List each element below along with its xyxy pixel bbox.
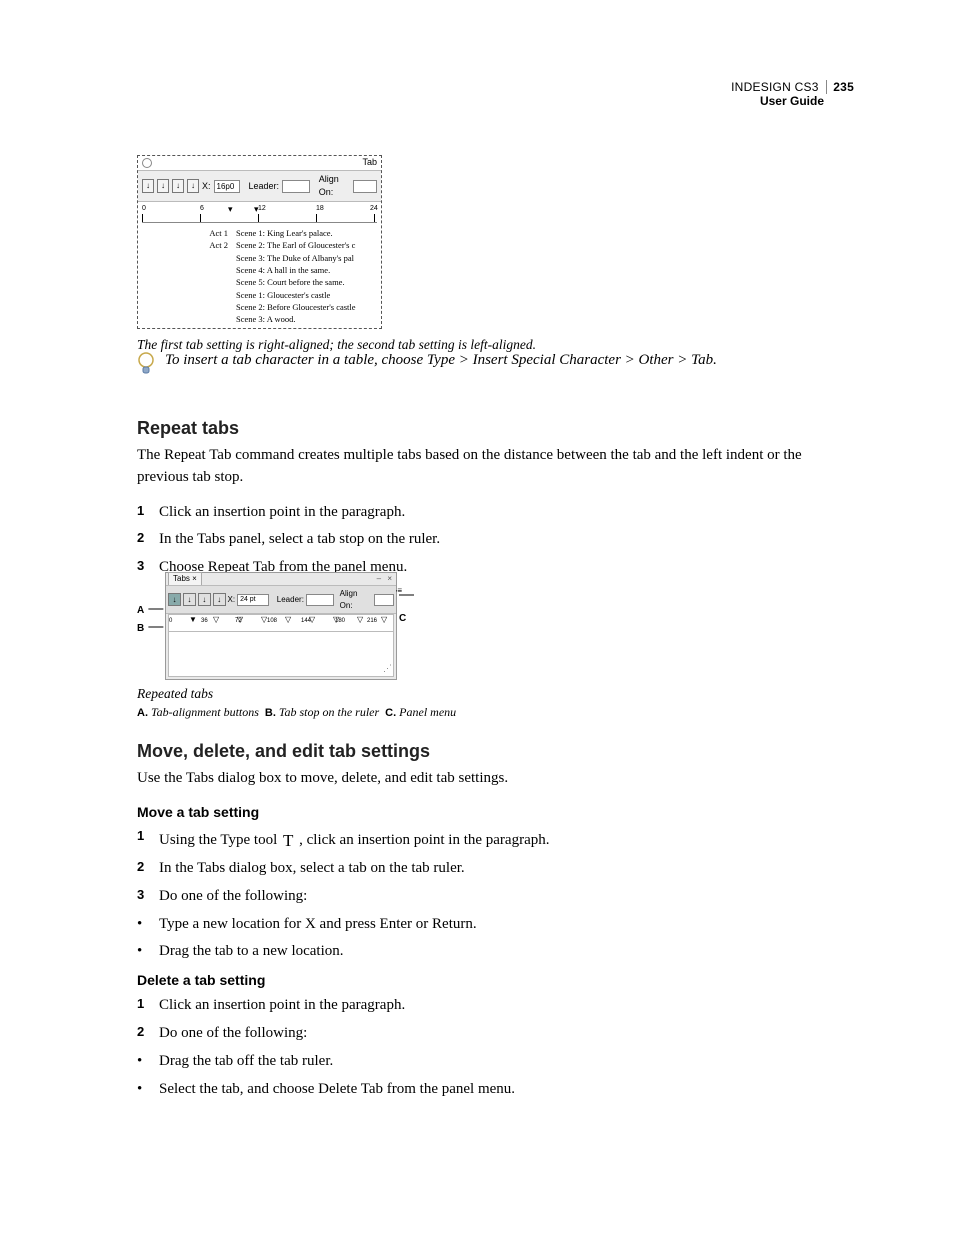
bullet: Drag the tab to a new location. (159, 941, 344, 963)
bullet: Select the tab, and choose Delete Tab fr… (159, 1079, 515, 1101)
window-buttons: – × (377, 573, 394, 585)
section-move-tab: Move a tab setting 1 Using the Type tool… (137, 802, 833, 966)
alignon-field (353, 180, 377, 193)
step: Click an insertion point in the paragrap… (159, 502, 405, 524)
bullet: Drag the tab off the tab ruler. (159, 1051, 333, 1073)
doc-title: User Guide (731, 94, 854, 108)
tab-align-right-icon: ↓ (198, 593, 211, 606)
window-close-dot (142, 158, 152, 168)
page-header: INDESIGN CS3 235 User Guide (731, 80, 854, 109)
fig2-legend: A. Tab-alignment buttons B. Tab stop on … (137, 704, 833, 722)
heading-repeat-tabs: Repeat tabs (137, 415, 833, 441)
alignon-label: Align On: (340, 588, 373, 611)
step: Using the Type tool T , click an inserti… (159, 827, 549, 852)
tab-align-right-icon: ↓ (172, 179, 184, 193)
step: In the Tabs panel, select a tab stop on … (159, 529, 440, 551)
fig2-caption: Repeated tabs (137, 684, 833, 704)
leader-field (306, 594, 334, 606)
tab-align-decimal-icon: ↓ (213, 593, 226, 606)
alignon-field (374, 594, 394, 606)
fig1-right-column: Scene 1: King Lear's palace. Scene 2: Th… (236, 227, 377, 326)
tab-align-left-icon: ↓ (142, 179, 154, 193)
fig1-left-column: Act 1 Act 2 (142, 227, 228, 326)
tabs-panel-fig2: Tabs × – × ▸≡ ↓ ↓ ↓ ↓ X: 24 pt Leader: A… (165, 572, 397, 680)
section-move-delete-edit: Move, delete, and edit tab settings Use … (137, 738, 833, 800)
tab-align-center-icon: ↓ (183, 593, 196, 606)
tab-align-decimal-icon: ↓ (187, 179, 199, 193)
product-name: INDESIGN CS3 (731, 80, 819, 94)
figure-1: Tab ↓ ↓ ↓ ↓ X: 16p0 Leader: Align On: ▾ … (137, 155, 833, 354)
tab-align-center-icon: ↓ (157, 179, 169, 193)
page-number: 235 (826, 80, 854, 94)
tab-ruler: ▼ ▽ ▽ ▽ ▽ ▽ ▽ ▽ ▽ 0 36 72 108 144 180 21… (168, 614, 394, 632)
tab-ruler: ▾ ▾ 0 6 12 18 24 (142, 204, 377, 223)
tab-align-left-icon: ↓ (168, 593, 181, 606)
section-delete-tab: Delete a tab setting 1Click an insertion… (137, 970, 833, 1103)
figure-2: A — B — — C Tabs × – × ▸≡ ↓ ↓ ↓ ↓ X: 24 … (137, 572, 833, 722)
body-repeat-tabs: The Repeat Tab command creates multiple … (137, 445, 833, 489)
step: In the Tabs dialog box, select a tab on … (159, 858, 465, 880)
heading-move-tab: Move a tab setting (137, 802, 833, 822)
leader-label: Leader: (249, 180, 280, 193)
alignon-label: Align On: (319, 173, 350, 199)
type-tool-icon: T (281, 829, 295, 854)
body-move-delete-edit: Use the Tabs dialog box to move, delete,… (137, 768, 833, 790)
x-label: X: (228, 594, 236, 606)
x-value-field: 16p0 (214, 180, 240, 193)
heading-move-delete-edit: Move, delete, and edit tab settings (137, 738, 833, 764)
tabs-panel-fig1: Tab ↓ ↓ ↓ ↓ X: 16p0 Leader: Align On: ▾ … (137, 155, 382, 329)
x-value-field: 24 pt (237, 594, 269, 606)
step: Do one of the following: (159, 1023, 307, 1045)
panel-label: Tab (362, 156, 377, 169)
section-repeat-tabs: Repeat tabs The Repeat Tab command creat… (137, 415, 833, 582)
heading-delete-tab: Delete a tab setting (137, 970, 833, 990)
tip-text: To insert a tab character in a table, ch… (165, 350, 717, 372)
step: Do one of the following: (159, 886, 307, 908)
x-label: X: (202, 180, 211, 193)
lightbulb-icon (137, 352, 155, 378)
step: Click an insertion point in the paragrap… (159, 995, 405, 1017)
leader-field (282, 180, 310, 193)
bullet: Type a new location for X and press Ente… (159, 914, 477, 936)
tip-block: To insert a tab character in a table, ch… (137, 350, 833, 378)
leader-label: Leader: (277, 594, 304, 606)
